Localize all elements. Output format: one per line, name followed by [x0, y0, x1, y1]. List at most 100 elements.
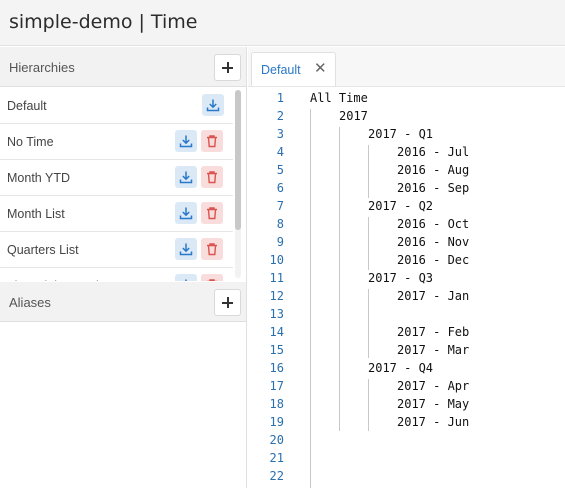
hierarchies-title: Hierarchies [9, 60, 75, 75]
line-number: 8 [276, 217, 284, 231]
indent-guide [368, 145, 369, 198]
line-number: 10 [269, 253, 284, 267]
code-line: 2016 - Aug [397, 163, 470, 177]
line-number: 11 [269, 271, 284, 285]
code-line: 2017 - Q3 [368, 271, 434, 285]
delete-button[interactable] [201, 166, 223, 188]
line-number: 13 [269, 307, 284, 321]
code-line: 2017 - Apr [397, 379, 470, 393]
hierarchy-item[interactable]: Month YTD [0, 160, 233, 196]
code-line: 2017 - Feb [397, 325, 470, 339]
hierarchy-item[interactable]: Default [0, 88, 233, 124]
code-line: 2017 [339, 109, 368, 123]
trash-icon [207, 243, 217, 256]
delete-button[interactable] [201, 130, 223, 152]
hierarchy-label: Financial Year List [7, 279, 108, 281]
hierarchy-label: Quarters List [7, 243, 79, 257]
indent-guide [339, 127, 340, 431]
line-number: 16 [269, 361, 284, 375]
trash-icon [207, 207, 217, 220]
code-line: 2016 - Sep [397, 181, 470, 195]
line-number: 12 [269, 289, 284, 303]
download-icon [206, 99, 220, 112]
app-title: simple-demo | Time [9, 11, 198, 33]
hierarchy-list: Default No Time Month YTD Month List Quarter… [0, 88, 233, 281]
line-number: 5 [276, 163, 284, 177]
download-icon [179, 135, 193, 148]
line-number: 4 [276, 145, 284, 159]
aliases-list [0, 323, 246, 488]
hierarchy-label: Month List [7, 207, 65, 221]
trash-icon [207, 279, 217, 281]
download-icon [179, 243, 193, 256]
line-number: 20 [269, 433, 284, 447]
trash-icon [207, 135, 217, 148]
hierarchies-header: Hierarchies [0, 47, 246, 87]
tab-bar: Default ✕ [248, 47, 565, 87]
hierarchy-label: Default [7, 99, 47, 113]
aliases-title: Aliases [9, 295, 51, 310]
download-button[interactable] [202, 94, 224, 116]
line-number: 21 [269, 451, 284, 465]
line-number: 6 [276, 181, 284, 195]
line-number: 3 [276, 127, 284, 141]
code-line: 2017 - Mar [397, 343, 470, 357]
hierarchy-item[interactable]: Quarters List [0, 232, 233, 268]
download-button[interactable] [175, 202, 197, 224]
left-panel: Hierarchies Default No Time Month YTD Month… [0, 47, 247, 488]
code-editor[interactable]: 1 2 3 4 5 6 7 8 9 10 11 12 13 14 15 16 17 18 19 20 21 22 All … [248, 88, 565, 488]
code-line: 2017 - May [397, 397, 470, 411]
code-line: 2017 - Jun [397, 415, 470, 429]
hierarchy-label: No Time [7, 135, 54, 149]
hierarchy-item[interactable]: No Time [0, 124, 233, 160]
hierarchy-item[interactable]: Financial Year List [0, 268, 233, 281]
line-number: 18 [269, 397, 284, 411]
download-icon [179, 171, 193, 184]
line-number: 14 [269, 325, 284, 339]
indent-guide [310, 109, 311, 488]
download-icon [179, 207, 193, 220]
download-button[interactable] [175, 166, 197, 188]
add-alias-button[interactable] [214, 289, 241, 316]
download-icon [185, 279, 187, 281]
add-hierarchy-button[interactable] [214, 54, 241, 81]
tab-default[interactable]: Default ✕ [251, 52, 336, 86]
delete-button[interactable] [201, 238, 223, 260]
line-number: 22 [269, 469, 284, 483]
line-number: 7 [276, 199, 284, 213]
code-line: 2016 - Nov [397, 235, 470, 249]
line-number: 15 [269, 343, 284, 357]
line-number: 17 [269, 379, 284, 393]
code-line: 2016 - Dec [397, 253, 470, 267]
code-line: 2016 - Oct [397, 217, 470, 231]
editor-panel: Default ✕ 1 2 3 4 5 6 7 8 9 10 11 12 13 14 15 16 17 18 19 2… [248, 47, 565, 488]
code-line: 2017 - Q1 [368, 127, 434, 141]
trash-icon [207, 171, 217, 184]
delete-button[interactable] [201, 202, 223, 224]
tab-label: Default [261, 63, 301, 77]
line-number: 19 [269, 415, 284, 429]
close-icon[interactable]: ✕ [314, 60, 327, 78]
line-number-gutter: 1 2 3 4 5 6 7 8 9 10 11 12 13 14 15 16 17 18 19 20 21 22 [248, 88, 306, 488]
hierarchy-scrollbar[interactable] [235, 90, 241, 278]
indent-guide [368, 217, 369, 270]
indent-guide [368, 289, 369, 358]
line-number: 2 [276, 109, 284, 123]
download-button[interactable] [175, 130, 197, 152]
aliases-header: Aliases [0, 282, 246, 322]
line-number: 1 [276, 91, 284, 105]
code-line: 2017 - Q2 [368, 199, 434, 213]
code-line: All Time [310, 91, 368, 105]
hierarchy-label: Month YTD [7, 171, 70, 185]
download-button[interactable] [175, 274, 197, 281]
code-line: 2016 - Jul [397, 145, 470, 159]
app-header: simple-demo | Time [0, 0, 565, 46]
hierarchy-item[interactable]: Month List [0, 196, 233, 232]
line-number: 9 [276, 235, 284, 249]
code-line: 2017 - Jan [397, 289, 470, 303]
indent-guide [368, 379, 369, 431]
scrollbar-thumb[interactable] [235, 90, 241, 230]
delete-button[interactable] [201, 274, 223, 281]
code-line: 2017 - Q4 [368, 361, 434, 375]
download-button[interactable] [175, 238, 197, 260]
